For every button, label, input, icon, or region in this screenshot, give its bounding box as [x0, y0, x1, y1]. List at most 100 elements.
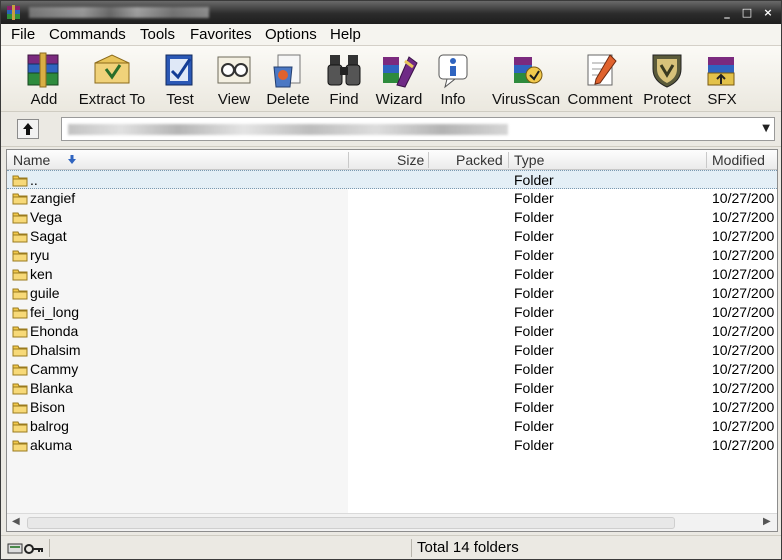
minimize-button[interactable]: _	[720, 6, 734, 20]
folder-icon	[12, 307, 28, 319]
column-packed[interactable]: Packed	[456, 152, 503, 168]
list-item[interactable]: Vega Folder 10/27/200	[7, 208, 777, 227]
wizard-button[interactable]: Wizard	[373, 50, 425, 110]
delete-button[interactable]: Delete	[263, 50, 313, 110]
item-modified: 10/27/200	[712, 323, 775, 339]
list-item[interactable]: Bison Folder 10/27/200	[7, 398, 777, 417]
comment-button[interactable]: Comment	[565, 50, 635, 110]
item-name: Vega	[30, 209, 62, 225]
menu-favorites[interactable]: Favorites	[190, 26, 252, 43]
menu-commands[interactable]: Commands	[49, 26, 126, 43]
item-modified: 10/27/200	[712, 190, 775, 206]
menu-help[interactable]: Help	[330, 26, 361, 43]
column-modified[interactable]: Modified	[712, 152, 765, 168]
item-name: akuma	[30, 437, 73, 453]
item-name: ..	[30, 172, 38, 188]
item-name: fei_long	[30, 304, 80, 320]
column-divider[interactable]	[508, 152, 509, 168]
add-label: Add	[30, 91, 58, 108]
winrar-app-icon[interactable]	[6, 5, 21, 20]
menu-options[interactable]: Options	[265, 26, 317, 43]
column-divider[interactable]	[706, 152, 707, 168]
wizard-label: Wizard	[375, 91, 423, 108]
item-modified: 10/27/200	[712, 247, 775, 263]
folder-icon	[12, 269, 28, 281]
list-item[interactable]: guile Folder 10/27/200	[7, 284, 777, 303]
item-type: Folder	[514, 437, 554, 453]
column-divider[interactable]	[428, 152, 429, 168]
folder-icon	[12, 193, 28, 205]
item-type: Folder	[514, 266, 554, 282]
scroll-left-icon[interactable]: ◀	[12, 516, 20, 527]
item-name: ryu	[30, 247, 50, 263]
delete-label: Delete	[266, 91, 310, 108]
list-item[interactable]: Dhalsim Folder 10/27/200	[7, 341, 777, 360]
test-label: Test	[166, 91, 194, 108]
virusscan-icon	[514, 57, 543, 84]
menu-file[interactable]: File	[11, 26, 35, 43]
find-binoculars-icon	[327, 55, 361, 86]
list-item[interactable]: akuma Folder 10/27/200	[7, 436, 777, 455]
info-button[interactable]: Info	[431, 50, 475, 110]
column-divider[interactable]	[348, 152, 349, 168]
item-name: Dhalsim	[30, 342, 81, 358]
folder-icon	[12, 326, 28, 338]
status-bar: Total 14 folders	[1, 535, 781, 559]
drive-key-icon[interactable]	[7, 541, 45, 555]
list-item[interactable]: fei_long Folder 10/27/200	[7, 303, 777, 322]
menu-tools[interactable]: Tools	[140, 26, 175, 43]
file-list[interactable]: Name Size Packed Type Modified .. Folder z…	[6, 149, 778, 532]
maximize-button[interactable]: □	[740, 6, 754, 20]
info-label: Info	[440, 91, 466, 108]
virusscan-button[interactable]: VirusScan	[491, 50, 561, 110]
test-button[interactable]: Test	[155, 50, 205, 110]
protect-button[interactable]: Protect	[639, 50, 695, 110]
list-item[interactable]: Cammy Folder 10/27/200	[7, 360, 777, 379]
item-modified: 10/27/200	[712, 209, 775, 225]
horizontal-scrollbar[interactable]: ◀ ▶	[7, 513, 777, 531]
protect-label: Protect	[643, 91, 691, 108]
item-type: Folder	[514, 285, 554, 301]
find-button[interactable]: Find	[319, 50, 369, 110]
list-item[interactable]: Blanka Folder 10/27/200	[7, 379, 777, 398]
list-item[interactable]: Ehonda Folder 10/27/200	[7, 322, 777, 341]
item-modified: 10/27/200	[712, 342, 775, 358]
folder-icon	[12, 212, 28, 224]
title-bar[interactable]: _ □ ×	[1, 1, 781, 24]
column-type[interactable]: Type	[514, 152, 544, 168]
column-size[interactable]: Size	[397, 152, 424, 168]
folder-icon	[12, 175, 28, 187]
menu-bar: File Commands Tools Favorites Options He…	[1, 24, 781, 46]
item-name: Cammy	[30, 361, 79, 377]
list-item[interactable]: ryu Folder 10/27/200	[7, 246, 777, 265]
comment-icon	[587, 54, 617, 86]
list-item[interactable]: balrog Folder 10/27/200	[7, 417, 777, 436]
folder-icon	[12, 383, 28, 395]
list-item[interactable]: .. Folder	[7, 170, 777, 189]
list-item[interactable]: zangief Folder 10/27/200	[7, 189, 777, 208]
list-item[interactable]: Sagat Folder 10/27/200	[7, 227, 777, 246]
item-type: Folder	[514, 209, 554, 225]
item-name: Bison	[30, 399, 66, 415]
list-item[interactable]: ken Folder 10/27/200	[7, 265, 777, 284]
item-name: ken	[30, 266, 53, 282]
up-folder-button[interactable]	[17, 119, 39, 139]
extract-to-button[interactable]: Extract To	[75, 50, 149, 110]
winrar-window: _ □ × File Commands Tools Favorites Opti…	[0, 0, 782, 560]
item-type: Folder	[514, 399, 554, 415]
view-button[interactable]: View	[209, 50, 259, 110]
window-title-redacted	[29, 7, 209, 18]
add-button[interactable]: Add	[19, 50, 69, 110]
folder-icon	[12, 440, 28, 452]
sfx-button[interactable]: SFX	[699, 50, 745, 110]
path-redacted	[68, 124, 508, 135]
path-combobox[interactable]: ▼	[61, 117, 775, 141]
dropdown-arrow-icon[interactable]: ▼	[762, 123, 770, 134]
scrollbar-thumb[interactable]	[27, 517, 675, 529]
item-modified: 10/27/200	[712, 266, 775, 282]
column-name[interactable]: Name	[13, 152, 50, 168]
scroll-right-icon[interactable]: ▶	[763, 516, 771, 527]
close-button[interactable]: ×	[761, 6, 775, 20]
item-name: zangief	[30, 190, 76, 206]
item-name: guile	[30, 285, 60, 301]
